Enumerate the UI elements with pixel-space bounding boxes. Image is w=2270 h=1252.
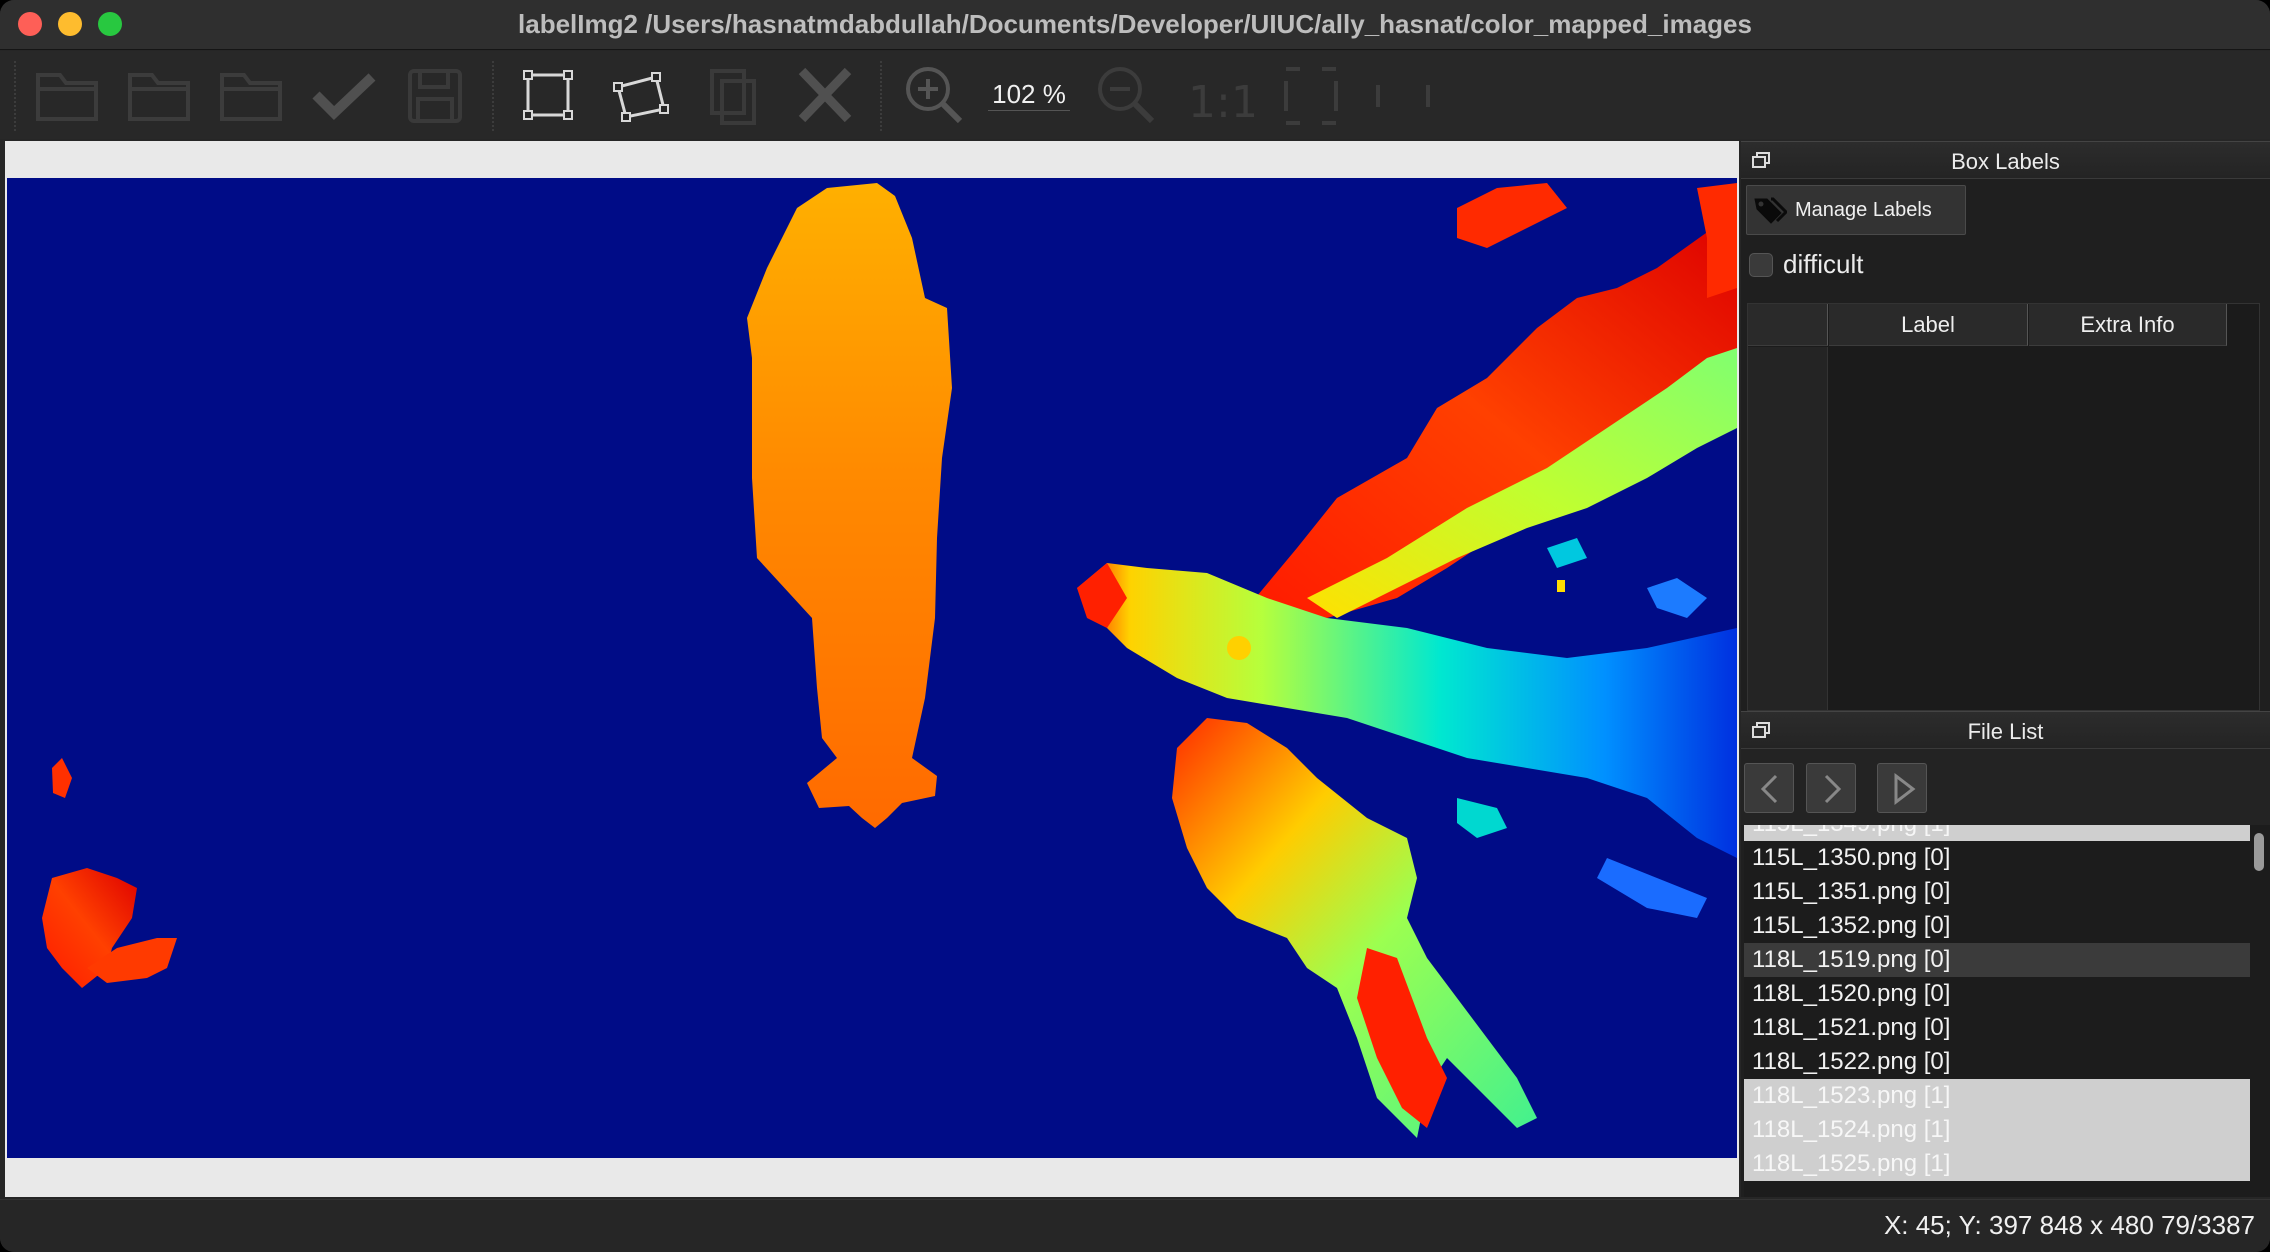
tags-icon [1754,197,1787,224]
toolbar-grip [14,61,16,131]
toolbar-separator [492,61,494,131]
file-list-item[interactable]: 118L_1522.png [0] [1744,1045,2250,1079]
file-list-item[interactable]: 115L_1350.png [0] [1744,841,2250,875]
column-header-label[interactable]: Label [1829,304,2028,346]
file-list-item[interactable]: 118L_1524.png [1] [1744,1113,2250,1147]
file-list-titlebar[interactable]: File List [1741,711,2270,749]
file-list-item[interactable]: 118L_1521.png [0] [1744,1011,2250,1045]
file-list-title: File List [1967,719,2044,744]
toolbar: 102 % 1:1 [0,51,2270,139]
file-list-item[interactable]: 115L_1349.png [1] [1744,825,2250,841]
zoom-out-icon[interactable] [1092,61,1162,131]
chevron-left-icon [1760,774,1778,804]
image-canvas[interactable] [7,178,1737,1158]
file-list-panel: File List 115L_1349.png [1]115L_1350.png… [1741,711,2270,1197]
play-icon [1894,772,1916,806]
zoom-value[interactable]: 102 % [988,77,1070,111]
title-bar[interactable]: labelImg2 /Users/hasnatmdabdullah/Docume… [0,0,2270,50]
window-title: labelImg2 /Users/hasnatmdabdullah/Docume… [518,9,1752,39]
status-text: X: 45; Y: 397 848 x 480 79/3387 [1883,1210,2255,1240]
column-header-extra-info[interactable]: Extra Info [2029,304,2227,346]
open-file-icon[interactable] [30,61,110,131]
manage-labels-button[interactable]: Manage Labels [1746,185,1966,235]
difficult-label: difficult [1783,249,1864,279]
file-list-scrollbar[interactable] [2250,825,2270,1197]
toolbar-separator [880,61,882,131]
change-save-dir-icon[interactable] [214,61,294,131]
difficult-checkbox[interactable] [1749,252,1773,277]
file-list-item[interactable]: 118L_1519.png [0] [1744,943,2250,977]
save-icon[interactable] [398,61,478,131]
file-list-item[interactable]: 115L_1351.png [0] [1744,875,2250,909]
app-window: labelImg2 /Users/hasnatmdabdullah/Docume… [0,0,2270,1252]
fit-width-icon[interactable] [1368,61,1438,131]
file-list-item[interactable]: 118L_1525.png [1] [1744,1147,2250,1181]
difficult-row[interactable]: difficult [1749,249,1863,280]
box-labels-title: Box Labels [1951,149,2060,174]
create-rect-box-icon[interactable] [514,61,584,131]
box-labels-titlebar[interactable]: Box Labels [1741,141,2270,179]
next-image-button[interactable] [1806,763,1856,813]
file-list-item[interactable]: 118L_1523.png [1] [1744,1079,2250,1113]
status-bar: X: 45; Y: 397 848 x 480 79/3387 [0,1199,2270,1252]
file-list-item[interactable]: 118L_1520.png [0] [1744,977,2250,1011]
zoom-reset-text: 1:1 [1188,77,1254,128]
zoom-reset-icon[interactable]: 1:1 [1184,61,1254,131]
file-list[interactable]: 115L_1349.png [1]115L_1350.png [0]115L_1… [1744,825,2250,1197]
file-list-item[interactable]: 115L_1352.png [0] [1744,909,2250,943]
open-dir-icon[interactable] [122,61,202,131]
right-dock: Box Labels Manage Labels difficult Label… [1741,141,2270,1197]
manage-labels-label: Manage Labels [1795,198,1932,221]
delete-icon[interactable] [790,61,860,131]
chevron-right-icon [1824,774,1842,804]
table-corner [1748,304,1828,346]
play-button[interactable] [1877,763,1927,813]
label-table[interactable]: Label Extra Info [1747,303,2260,711]
create-rotated-box-icon[interactable] [606,61,676,131]
zoom-in-icon[interactable] [900,61,970,131]
fit-window-icon[interactable] [1276,61,1346,131]
scrollbar-thumb[interactable] [2254,833,2264,871]
canvas-area[interactable] [5,141,1739,1197]
file-nav-row [1741,749,2270,825]
depth-color-map-image[interactable] [7,178,1737,1158]
verify-icon[interactable] [306,61,386,131]
row-header-column [1748,347,1828,710]
prev-image-button[interactable] [1744,763,1794,813]
duplicate-icon[interactable] [698,61,768,131]
